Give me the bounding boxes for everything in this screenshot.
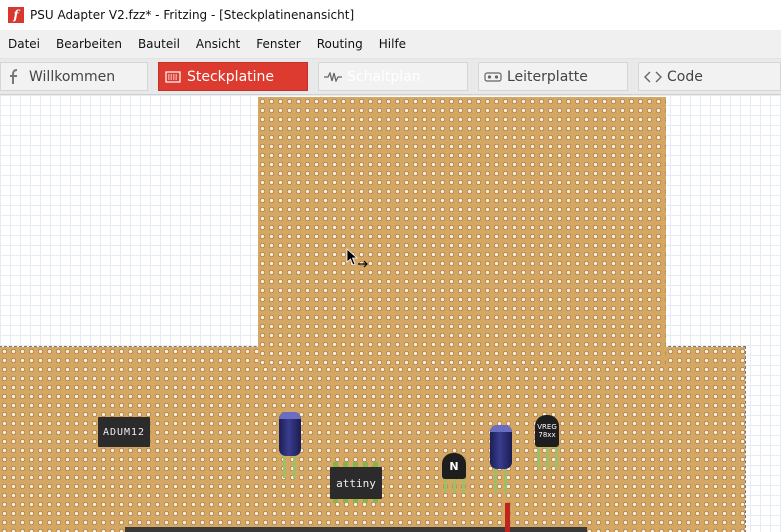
vreg-label-1: VREG xyxy=(537,423,557,431)
menu-fenster[interactable]: Fenster xyxy=(248,30,309,58)
adum-chip[interactable]: ADUM12 xyxy=(98,417,150,447)
tab-willkommen[interactable]: Willkommen xyxy=(0,62,148,91)
pcb-icon xyxy=(479,71,507,82)
red-wire[interactable] xyxy=(505,503,510,532)
breadboard-canvas[interactable]: ADUM12 attiny N VREG 78xx xyxy=(0,95,781,532)
tab-schaltplan[interactable]: Schaltplan xyxy=(318,62,468,91)
voltage-regulator[interactable]: VREG 78xx xyxy=(535,415,559,447)
vreg-leg xyxy=(555,447,558,469)
capacitor-1-leg xyxy=(283,456,286,478)
fritzing-icon xyxy=(1,68,29,85)
mouse-cursor-icon xyxy=(346,248,368,268)
menu-bar: Datei Bearbeiten Bauteil Ansicht Fenster… xyxy=(0,30,781,59)
mosfet-transistor[interactable]: N xyxy=(442,453,466,479)
menu-bearbeiten[interactable]: Bearbeiten xyxy=(48,30,130,58)
electrolytic-capacitor-1[interactable] xyxy=(279,412,301,456)
stripboard-upper[interactable] xyxy=(258,97,666,365)
vreg-label-2: 78xx xyxy=(538,431,556,439)
title-bar: f PSU Adapter V2.fzz* - Fritzing - [Stec… xyxy=(0,0,781,30)
menu-bauteil[interactable]: Bauteil xyxy=(130,30,188,58)
tab-willkommen-label: Willkommen xyxy=(29,68,116,85)
tab-steckplatine-label: Steckplatine xyxy=(187,68,275,85)
vreg-leg xyxy=(537,447,540,469)
header-strip xyxy=(125,527,587,532)
tab-schaltplan-label: Schaltplan xyxy=(347,68,421,85)
tab-leiterplatte-label: Leiterplatte xyxy=(507,68,588,85)
fritzing-f-icon: f xyxy=(8,7,24,23)
capacitor-1-leg xyxy=(293,456,296,478)
capacitor-2-leg xyxy=(494,469,497,493)
mosfet-leg xyxy=(453,479,456,493)
tab-leiterplatte[interactable]: Leiterplatte xyxy=(478,62,628,91)
menu-ansicht[interactable]: Ansicht xyxy=(188,30,248,58)
attiny-chip[interactable]: attiny xyxy=(330,467,382,499)
electrolytic-capacitor-2[interactable] xyxy=(490,425,512,469)
window-title: PSU Adapter V2.fzz* - Fritzing - [Steckp… xyxy=(30,8,355,22)
menu-routing[interactable]: Routing xyxy=(309,30,371,58)
vreg-leg xyxy=(546,447,549,469)
view-tab-bar: Willkommen Steckplatine Schaltplan Leite… xyxy=(0,59,781,95)
attiny-chip-label: attiny xyxy=(336,476,376,490)
capacitor-2-leg xyxy=(504,469,507,493)
breadboard-icon xyxy=(159,70,187,83)
mosfet-leg xyxy=(462,479,465,493)
code-icon xyxy=(639,71,667,83)
tab-code-label: Code xyxy=(667,68,703,85)
tab-steckplatine[interactable]: Steckplatine xyxy=(158,62,308,91)
mosfet-leg xyxy=(444,479,447,493)
adum-chip-label: ADUM12 xyxy=(102,426,146,438)
menu-datei[interactable]: Datei xyxy=(0,30,48,58)
mosfet-label: N xyxy=(449,459,459,473)
tab-code[interactable]: Code xyxy=(638,62,781,91)
schematic-icon xyxy=(319,71,347,82)
menu-hilfe[interactable]: Hilfe xyxy=(371,30,414,58)
